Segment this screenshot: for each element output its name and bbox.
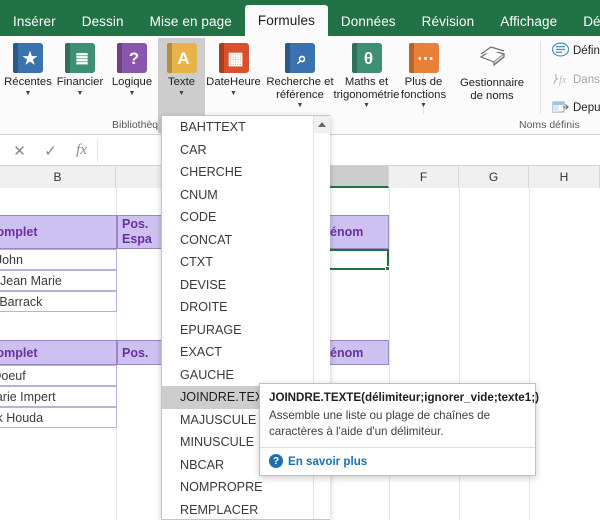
ribbon-button-label: Gestionnaire de noms [459, 77, 525, 102]
ribbon-tab-formules[interactable]: Formules [244, 5, 328, 36]
fill-handle[interactable] [385, 266, 390, 271]
name-manager-icon [477, 43, 507, 74]
table-header-cell: m complet [0, 215, 117, 249]
ribbon-button-label: Financier [56, 76, 104, 88]
ribbon-button-label: Plus de fonctions [400, 76, 447, 101]
help-circle-icon: ? [269, 454, 283, 468]
tooltip-footer: ? En savoir plus [260, 447, 535, 475]
table-cell[interactable]: rrack Houda [0, 407, 117, 428]
header-line-1: Pos. [122, 217, 149, 231]
menu-item[interactable]: BAHTTEXT [162, 116, 314, 139]
chevron-down-icon[interactable]: ▼ [230, 90, 237, 97]
fx-icon[interactable]: fx [66, 136, 97, 165]
ribbon-button-logique[interactable]: ? Logique ▼ [106, 38, 158, 97]
logical-icon: ? [117, 43, 147, 73]
date-time-icon: ▦ [218, 43, 249, 73]
chevron-down-icon[interactable]: ▼ [25, 90, 32, 97]
menu-item[interactable]: EPURAGE [162, 319, 314, 342]
create-from-selection-icon [552, 99, 569, 117]
menu-item[interactable]: DEVISE [162, 274, 314, 297]
learn-more-link[interactable]: En savoir plus [288, 455, 367, 468]
function-tooltip: JOINDRE.TEXTE(délimiteur;ignorer_vide;te… [259, 383, 539, 476]
svg-text:fx: fx [559, 75, 567, 86]
ribbon-tab-affichage[interactable]: Affichage [487, 6, 570, 36]
ribbon-button-maths-et[interactable]: θ Maths et trigonométrie ▼ [334, 38, 399, 109]
math-trig-icon: θ [351, 43, 382, 73]
names-group-label: Noms définis [519, 119, 580, 131]
ribbon-button-depui[interactable]: Depui [552, 99, 600, 117]
ribbon-button-label: Recherche et référence [266, 76, 334, 101]
table-cell[interactable]: n Marie Impert [0, 386, 117, 407]
ribbon-tab-donn-es[interactable]: Données [328, 6, 409, 36]
column-header[interactable]: B [0, 166, 116, 188]
chevron-down-icon[interactable]: ▼ [77, 90, 84, 97]
check-icon[interactable]: ✓ [35, 136, 66, 165]
ribbon-button-financier[interactable]: ≣ Financier ▼ [54, 38, 106, 97]
ribbon-tab-mise-en-page[interactable]: Mise en page [137, 6, 245, 36]
ribbon-button-défini[interactable]: Défini [551, 42, 600, 60]
ribbon-tab-ins-rer[interactable]: Insérer [0, 6, 69, 36]
tooltip-title: JOINDRE.TEXTE(délimiteur;ignorer_vide;te… [269, 391, 539, 404]
ribbon-button-r-centes[interactable]: ★ Récentes ▼ [2, 38, 54, 97]
ribbon-button-label: Texte [167, 76, 195, 88]
excel-window: Insérer Dessin Mise en page Formules Données… [0, 0, 600, 520]
menu-item[interactable]: CODE [162, 206, 314, 229]
selected-cell[interactable] [325, 249, 389, 270]
group-separator [540, 42, 541, 114]
table-header-cell: m complet [0, 340, 117, 365]
table-header-cell: énom [325, 340, 389, 365]
chevron-down-icon[interactable]: ▼ [178, 90, 185, 97]
ribbon-tab-dessin[interactable]: Dessin [69, 6, 137, 36]
ribbon-button-recherche-et[interactable]: ⌕ Recherche et référence ▼ [262, 38, 338, 109]
more-functions-icon: ⋯ [408, 43, 439, 73]
use-in-formula-icon: fx [552, 71, 569, 89]
menu-item[interactable]: REMPLACER [162, 499, 314, 520]
menu-item[interactable]: CAR [162, 139, 314, 162]
ribbon-button-label: Depui [573, 102, 600, 114]
ribbon-button-label: Défini [573, 45, 600, 57]
menu-item[interactable]: CNUM [162, 184, 314, 207]
lookup-reference-icon: ⌕ [285, 43, 315, 73]
ribbon-button-dans: fx Dans [552, 71, 600, 89]
ribbon-button-name-manager[interactable]: Gestionnaire de noms [455, 38, 529, 102]
column-header[interactable] [324, 166, 389, 188]
menu-item[interactable]: EXACT [162, 341, 314, 364]
menu-item[interactable]: DROITE [162, 296, 314, 319]
ribbon-button-plus-de[interactable]: ⋯ Plus de fonctions ▼ [395, 38, 452, 109]
ribbon-button-label: Maths et trigonométrie [333, 76, 400, 101]
chevron-down-icon[interactable]: ▼ [129, 90, 136, 97]
table-header-cell: énom [325, 215, 389, 249]
menu-item[interactable]: CHERCHE [162, 161, 314, 184]
text-icon: A [166, 43, 197, 73]
column-header[interactable]: F [389, 166, 459, 188]
scroll-up-arrow-icon[interactable] [314, 116, 330, 133]
table-cell[interactable]: nn Doeuf [0, 365, 117, 386]
menu-item[interactable]: NOMPROPRE [162, 476, 314, 499]
tooltip-description: Assemble une liste ou plage de chaînes d… [269, 409, 491, 438]
column-header[interactable]: H [529, 166, 600, 188]
menu-item[interactable]: CONCAT [162, 229, 314, 252]
table-cell[interactable]: pert Jean Marie [0, 270, 117, 291]
financial-icon: ≣ [65, 43, 95, 73]
ribbon-button-dateheure[interactable]: ▦ DateHeure ▼ [205, 38, 262, 97]
ribbon-button-label: Dans [573, 74, 600, 86]
column-header[interactable]: G [459, 166, 529, 188]
chevron-down-icon[interactable]: ▼ [363, 102, 370, 109]
ribbon-tab-strip: Insérer Dessin Mise en page Formules Données… [0, 0, 600, 36]
chevron-down-icon[interactable]: ▼ [420, 102, 427, 109]
menu-item[interactable]: CTXT [162, 251, 314, 274]
ribbon-tab-d-veloppeur[interactable]: Développeur [570, 6, 600, 36]
ribbon-tab-r-vision[interactable]: Révision [409, 6, 488, 36]
cancel-icon[interactable]: ✕ [4, 136, 35, 165]
ribbon-button-label: DateHeure [206, 76, 261, 88]
ribbon-button-label: Logique [111, 76, 153, 88]
chevron-down-icon[interactable]: ▼ [297, 102, 304, 109]
ribbon-button-label: Récentes [4, 76, 52, 88]
define-name-icon [551, 42, 570, 60]
header-line-2: Espa [122, 232, 152, 246]
table-cell[interactable]: euf John [0, 249, 117, 270]
table-cell[interactable]: uda Barrack [0, 291, 117, 312]
recent-functions-icon: ★ [13, 43, 43, 73]
